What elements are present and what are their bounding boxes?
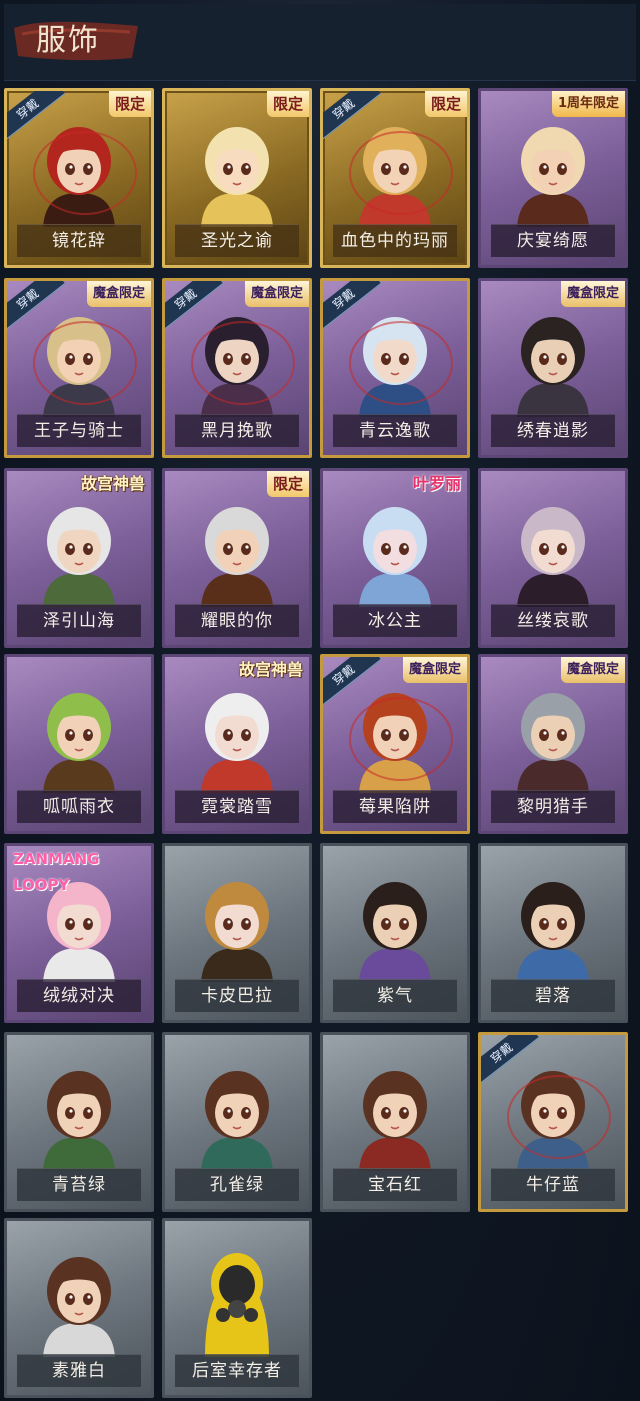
header-bar: 服饰: [4, 4, 636, 81]
costume-name: 绒绒对决: [17, 979, 141, 1012]
costume-card[interactable]: 卡皮巴拉: [162, 843, 312, 1023]
costume-card[interactable]: 限定圣光之谕: [162, 88, 312, 268]
costume-card[interactable]: 穿戴 牛仔蓝: [478, 1032, 628, 1212]
costume-tag-badge: ZANMANG LOOPY: [13, 850, 100, 894]
page-title: 服饰: [36, 23, 100, 58]
worn-ring-decoration: [191, 321, 295, 405]
costume-card[interactable]: 穿戴 魔盒限定 黑月挽歌: [162, 278, 312, 458]
frog-raincoat-icon: [43, 693, 115, 793]
costume-name: 牛仔蓝: [491, 1168, 615, 1201]
costume-name: 血色中的玛丽: [333, 224, 457, 257]
costume-card[interactable]: ZANMANG LOOPY 绒绒对决: [4, 843, 154, 1023]
costume-tag-badge: 魔盒限定: [402, 657, 467, 683]
blonde-veiled-girl-icon: [201, 127, 273, 227]
costume-card[interactable]: 后室幸存者: [162, 1218, 312, 1398]
costume-tag-badge: 叶罗丽: [412, 474, 461, 493]
costume-card[interactable]: 碧落: [478, 843, 628, 1023]
cake-girl-icon: [517, 127, 589, 227]
boy-blue-icon: [517, 882, 589, 982]
worn-ring-decoration: [349, 697, 453, 781]
costume-tag-badge: 限定: [424, 91, 467, 117]
costume-name: 丝缕哀歌: [491, 604, 615, 637]
capybara-hood-icon: [201, 882, 273, 982]
costume-tag-badge: 魔盒限定: [86, 281, 151, 307]
costume-name: 青云逸歌: [333, 414, 457, 447]
costume-card[interactable]: 丝缕哀歌: [478, 468, 628, 648]
costume-name: 紫气: [333, 979, 457, 1012]
gasmask-survivor-icon: [205, 1253, 269, 1357]
costume-card[interactable]: 1周年限定庆宴绮愿: [478, 88, 628, 268]
boy-purple-icon: [359, 882, 431, 982]
girl-green-icon: [43, 1071, 115, 1171]
costume-name: 耀眼的你: [175, 604, 299, 637]
costume-card[interactable]: 魔盒限定绣春逍影: [478, 278, 628, 458]
costume-name: 碧落: [491, 979, 615, 1012]
costume-name: 黎明猎手: [491, 790, 615, 823]
girl-white-icon: [43, 1257, 115, 1357]
costume-card[interactable]: 故宫神兽霓裳踏雪: [162, 654, 312, 834]
costume-name: 青苔绿: [17, 1168, 141, 1201]
girl-red-icon: [359, 1071, 431, 1171]
worn-ring-decoration: [349, 321, 453, 405]
costume-tag-badge: 1周年限定: [551, 91, 625, 117]
silver-haired-boy-icon: [43, 507, 115, 607]
costume-name: 黑月挽歌: [175, 414, 299, 447]
worn-ring-decoration: [33, 321, 137, 405]
costume-card[interactable]: 穿戴 魔盒限定 王子与骑士: [4, 278, 154, 458]
costume-name: 莓果陷阱: [333, 790, 457, 823]
costume-name: 宝石红: [333, 1168, 457, 1201]
costume-card[interactable]: 穿戴 青云逸歌: [320, 278, 470, 458]
costume-name: 霓裳踏雪: [175, 790, 299, 823]
costume-name: 呱呱雨衣: [17, 790, 141, 823]
costume-tag-badge: 限定: [108, 91, 151, 117]
costume-name: 圣光之谕: [175, 224, 299, 257]
worn-ring-decoration: [349, 131, 453, 215]
costume-name: 镜花辞: [17, 224, 141, 257]
worn-ring-decoration: [33, 131, 137, 215]
costume-card[interactable]: 穿戴 魔盒限定 莓果陷阱: [320, 654, 470, 834]
costume-card[interactable]: 穿戴 限定 血色中的玛丽: [320, 88, 470, 268]
costume-card[interactable]: 叶罗丽冰公主: [320, 468, 470, 648]
costume-card[interactable]: 素雅白: [4, 1218, 154, 1398]
costume-name: 泽引山海: [17, 604, 141, 637]
costume-card[interactable]: 限定耀眼的你: [162, 468, 312, 648]
hunter-boy-icon: [517, 693, 589, 793]
costume-tag-badge: 故宫神兽: [238, 660, 303, 679]
costume-name: 绣春逍影: [491, 414, 615, 447]
swordsman-icon: [517, 317, 589, 417]
costume-card[interactable]: 魔盒限定黎明猎手: [478, 654, 628, 834]
worn-ring-decoration: [507, 1075, 611, 1159]
girl-teal-icon: [201, 1071, 273, 1171]
costume-card[interactable]: 穿戴 限定 镜花辞: [4, 88, 154, 268]
costume-name: 卡皮巴拉: [175, 979, 299, 1012]
ice-princess-icon: [359, 507, 431, 607]
costume-tag-badge: 限定: [266, 471, 309, 497]
costume-name: 后室幸存者: [175, 1354, 299, 1387]
costume-card[interactable]: 呱呱雨衣: [4, 654, 154, 834]
costume-name: 冰公主: [333, 604, 457, 637]
costume-card[interactable]: 青苔绿: [4, 1032, 154, 1212]
costume-name: 王子与骑士: [17, 414, 141, 447]
costume-name: 庆宴绮愿: [491, 224, 615, 257]
costume-tag-badge: 限定: [266, 91, 309, 117]
lace-girl-icon: [517, 507, 589, 607]
costume-name: 素雅白: [17, 1354, 141, 1387]
snow-girl-icon: [201, 693, 273, 793]
costume-card[interactable]: 孔雀绿: [162, 1032, 312, 1212]
costume-tag-badge: 魔盒限定: [560, 657, 625, 683]
costume-card[interactable]: 宝石红: [320, 1032, 470, 1212]
costume-name: 孔雀绿: [175, 1168, 299, 1201]
costume-card[interactable]: 故宫神兽泽引山海: [4, 468, 154, 648]
costume-card[interactable]: 紫气: [320, 843, 470, 1023]
costume-tag-badge: 魔盒限定: [560, 281, 625, 307]
cowboy-hat-girl-icon: [201, 507, 273, 607]
costume-tag-badge: 魔盒限定: [244, 281, 309, 307]
costume-tag-badge: 故宫神兽: [80, 474, 145, 493]
